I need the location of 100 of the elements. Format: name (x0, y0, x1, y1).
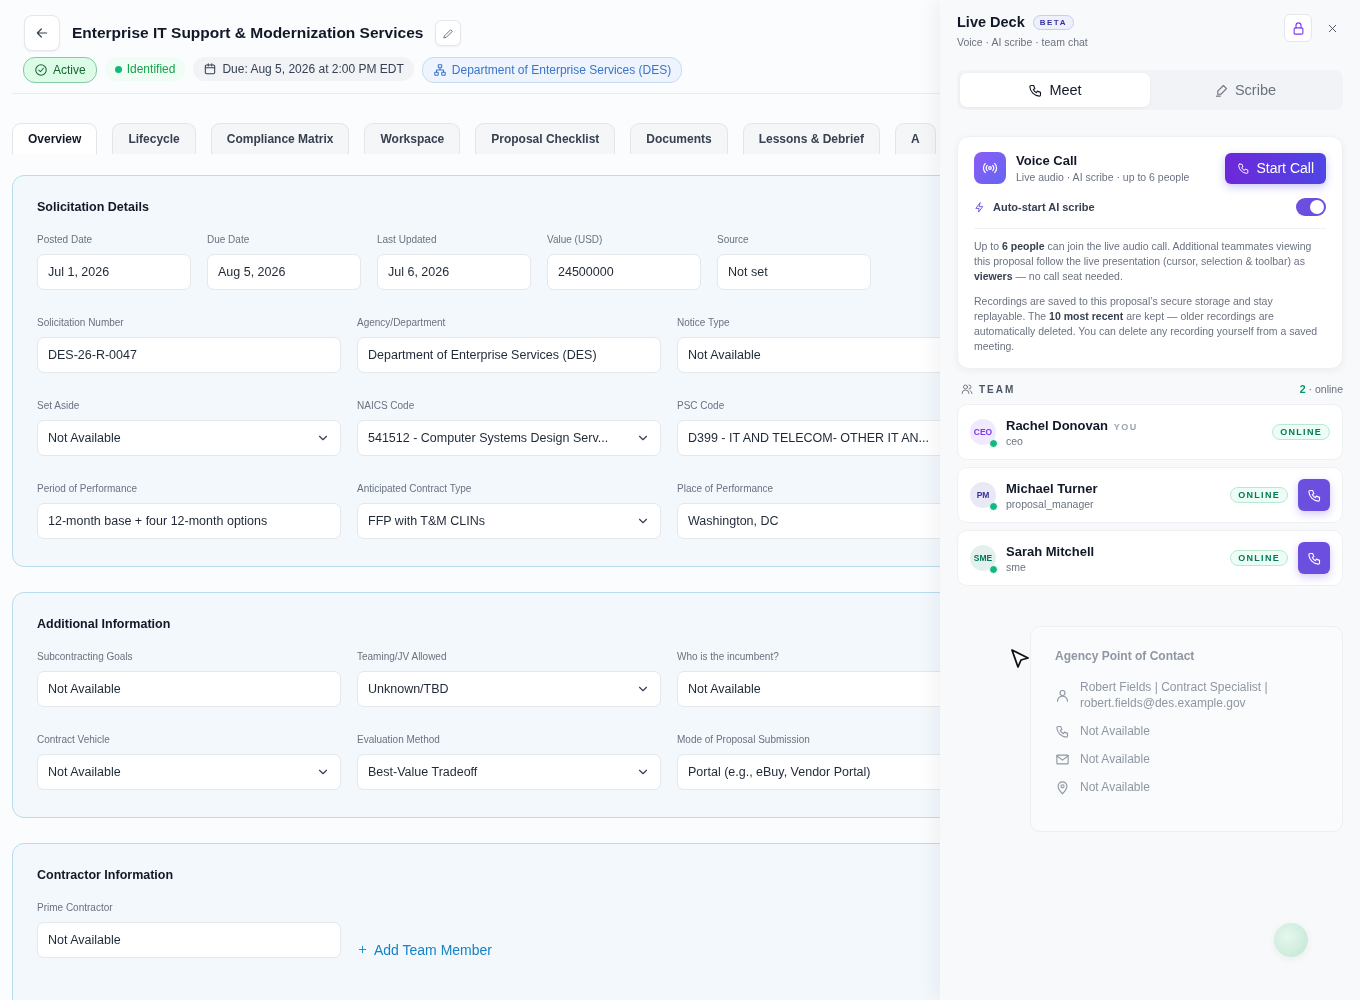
calendar-icon (203, 62, 218, 76)
pencil-icon (441, 26, 455, 40)
field-label: Set Aside (37, 400, 81, 411)
lock-button[interactable] (1284, 14, 1312, 42)
contact-detail: Not Available (1080, 723, 1150, 739)
tab[interactable]: Documents (630, 123, 728, 154)
input-field[interactable]: Not set (717, 254, 871, 290)
badge-label: Identified (126, 62, 176, 76)
select-field[interactable]: Best-Value Tradeoff (357, 754, 661, 790)
add-team-member-link[interactable]: Add Team Member (357, 941, 492, 958)
lightning-icon (974, 201, 985, 213)
select-field[interactable]: Unknown/TBD (357, 671, 661, 707)
input-field[interactable]: Not Available (677, 671, 940, 707)
input-field[interactable]: Not Available (677, 337, 940, 373)
lock-icon (1290, 20, 1306, 36)
you-tag: YOU (1113, 421, 1138, 432)
back-button[interactable] (24, 15, 60, 51)
status-badge: ONLINE (1230, 550, 1288, 566)
tab[interactable]: Lifecycle (112, 123, 196, 154)
member-name: Michael Turner (1006, 480, 1098, 496)
input-field[interactable]: D399 - IT AND TELECOM- OTHER IT AN... (677, 420, 940, 456)
input-field[interactable]: Not Available (37, 922, 341, 958)
field-label: Value (USD) (547, 234, 604, 245)
field-label: Contract Vehicle (37, 734, 111, 745)
toggle-label: Auto-start AI scribe (993, 201, 1096, 213)
avatar: SME (970, 545, 996, 571)
panel-tab[interactable]: Scribe (1150, 73, 1340, 107)
input-field[interactable]: Jul 1, 2026 (37, 254, 191, 290)
org-chart-icon (432, 63, 447, 77)
contact-detail: Robert Fields | Contract Specialist | robert.fields@des.example.gov (1080, 679, 1269, 711)
field-label: Period of Performance (37, 483, 139, 494)
pen-icon (1213, 82, 1229, 98)
team-heading: TEAM (979, 383, 1017, 395)
input-field[interactable]: Not Available (37, 671, 341, 707)
field-label: Place of Performance (677, 483, 775, 494)
input-field[interactable]: Department of Enterprise Services (DES) (357, 337, 661, 373)
page-title: Enterprise IT Support & Modernization Services (72, 24, 424, 42)
status-badge: ONLINE (1230, 487, 1288, 503)
field-label: Anticipated Contract Type (357, 483, 473, 494)
person-icon (1055, 687, 1070, 703)
badge-label: Active (53, 63, 86, 77)
mail-icon (1055, 751, 1070, 767)
input-field[interactable]: Portal (e.g., eBuy, Vendor Portal) (677, 754, 940, 790)
member-role: proposal_manager (1006, 497, 1095, 510)
plus-icon (357, 944, 368, 955)
panel-subtitle: Voice · AI scribe · team chat (957, 36, 1088, 48)
pin-icon (1055, 779, 1070, 795)
phone-icon (1055, 723, 1070, 739)
select-field[interactable]: FFP with T&M CLINs (357, 503, 661, 539)
phone-icon (1306, 550, 1322, 566)
field-label: Last Updated (377, 234, 438, 245)
call-button[interactable] (1298, 479, 1330, 511)
tab[interactable]: Compliance Matrix (210, 123, 350, 154)
field-label: Source (717, 234, 750, 245)
check-circle-icon (34, 63, 48, 77)
member-role: ceo (1006, 434, 1024, 447)
field-label: Evaluation Method (357, 734, 441, 745)
input-field[interactable]: Aug 5, 2026 (207, 254, 361, 290)
field-label: Subcontracting Goals (37, 651, 134, 662)
panel-title: Live Deck (957, 14, 1025, 30)
badge-label: Department of Enterprise Services (DES) (451, 63, 672, 77)
contact-detail: Not Available (1080, 779, 1150, 795)
member-role: sme (1006, 560, 1027, 573)
field-label: NAICS Code (357, 400, 416, 411)
input-field[interactable]: 24500000 (547, 254, 701, 290)
back-arrow-icon (34, 25, 50, 41)
avatar: CEO (970, 419, 996, 445)
panel-tab[interactable]: Meet (960, 73, 1150, 107)
tab[interactable]: Overview (12, 123, 98, 154)
start-call-button[interactable]: Start Call (1225, 152, 1326, 184)
info-paragraph: Recordings are saved to this proposal’s secure storage and stay replayable. The 10 most recent are kept — older recordings are automatically deleted. You can delete any recording yourself from a saved meeting. (974, 294, 1319, 354)
online-count: 2 · online (1299, 383, 1343, 395)
tab[interactable]: A (895, 123, 936, 154)
avatar: PM (970, 482, 996, 508)
select-field[interactable]: Not Available (37, 754, 341, 790)
input-field[interactable]: Jul 6, 2026 (377, 254, 531, 290)
field-label: Posted Date (37, 234, 94, 245)
tab[interactable]: Workspace (364, 123, 461, 154)
select-field[interactable]: Not Available (37, 420, 341, 456)
card-subtitle: Live audio · AI scribe · up to 6 people (1016, 171, 1191, 183)
phone-icon (1237, 161, 1251, 175)
field-label: Teaming/JV Allowed (357, 651, 448, 662)
field-label: Who is the incumbent? (677, 651, 780, 662)
beta-badge: BETA (1032, 14, 1074, 30)
badge-label: Due: Aug 5, 2026 at 2:00 PM EDT (222, 62, 404, 76)
tab[interactable]: Proposal Checklist (475, 123, 616, 154)
section-title: Solicitation Details (37, 200, 150, 214)
field-label: Notice Type (677, 317, 731, 328)
select-field[interactable]: 541512 - Computer Systems Design Serv... (357, 420, 661, 456)
users-icon (961, 383, 973, 395)
toggle-switch[interactable] (1296, 198, 1326, 216)
tab[interactable]: Lessons & Debrief (742, 123, 881, 154)
phone-icon (1306, 487, 1322, 503)
input-field[interactable]: DES-26-R-0047 (37, 337, 341, 373)
section-title: Contractor Information (37, 868, 175, 882)
field-label: Solicitation Number (37, 317, 125, 328)
input-field[interactable]: 12-month base + four 12-month options (37, 503, 341, 539)
input-field[interactable]: Washington, DC (677, 503, 940, 539)
call-button[interactable] (1298, 542, 1330, 574)
info-paragraph: Up to 6 people can join the live audio call. Additional teammates viewing this proposal follow the live presentation (cursor, selection & toolbar) as viewers — no call seat needed. (974, 239, 1313, 284)
